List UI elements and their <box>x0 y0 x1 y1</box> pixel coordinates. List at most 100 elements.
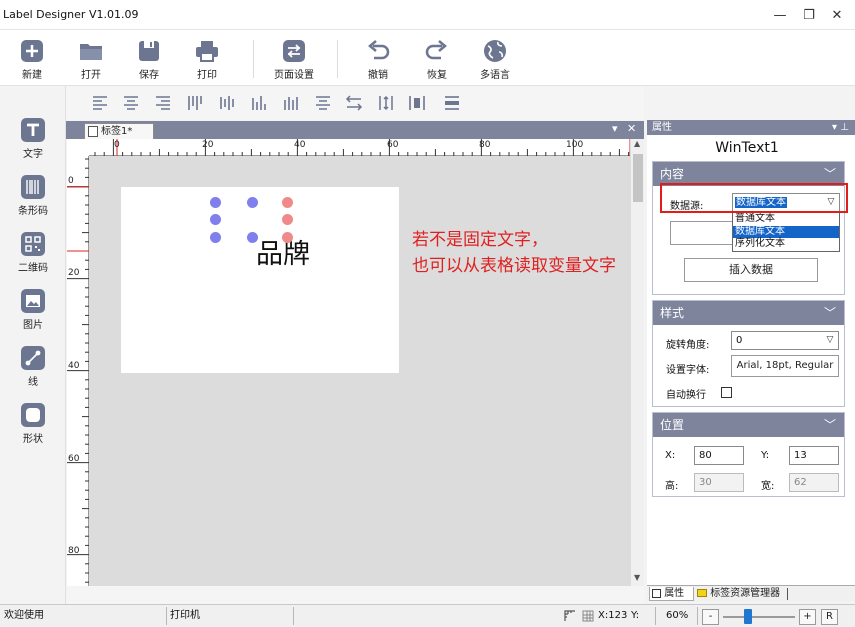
scroll-thumb[interactable] <box>633 154 643 202</box>
printer-icon <box>196 41 218 62</box>
highlight-box <box>660 183 848 213</box>
rotation-select[interactable]: 0 ▽ <box>731 331 839 350</box>
zoom-reset-button[interactable]: R <box>821 609 838 625</box>
chevron-down-icon[interactable]: ﹀ <box>824 413 836 437</box>
page-setup-button[interactable]: 页面设置 <box>268 38 320 81</box>
content-section: 内容 ﹀ 数据源: 数据库文本 ▽ 选 插入数据 普通文本 数据库文本 序列化文… <box>652 161 845 295</box>
style-section-header[interactable]: 样式 ﹀ <box>653 301 844 325</box>
tab-divider <box>787 588 788 600</box>
text-tool[interactable]: 文字 <box>0 117 66 160</box>
align-top-icon[interactable] <box>186 94 206 112</box>
font-button[interactable]: Arial, 18pt, Regular <box>731 355 839 377</box>
ruler-label: 60 <box>387 140 399 150</box>
print-button[interactable]: 打印 <box>182 38 232 81</box>
dropdown-option[interactable]: 数据库文本 <box>733 225 839 238</box>
status-bar: 欢迎使用 打印机 X:123 Y: 60% - + R <box>0 604 855 627</box>
document-tab[interactable]: 标签1* <box>84 123 154 139</box>
redo-button[interactable]: 恢复 <box>412 38 462 81</box>
ruler-label: 0 <box>114 140 120 150</box>
folder-icon <box>80 44 102 60</box>
same-height-icon[interactable] <box>376 94 396 112</box>
design-canvas[interactable]: 品牌 <box>89 156 630 586</box>
window-title: Label Designer V1.01.09 <box>3 8 139 21</box>
vertical-scrollbar[interactable]: ▲ ▼ <box>630 139 644 586</box>
x-field[interactable]: 80 <box>694 446 744 465</box>
align-right-icon[interactable] <box>153 94 173 112</box>
tab-resource-manager[interactable]: 标签资源管理器 <box>695 587 787 601</box>
save-button[interactable]: 保存 <box>124 38 174 81</box>
minimize-icon[interactable]: — <box>769 4 791 26</box>
qrcode-tool[interactable]: 二维码 <box>0 231 66 274</box>
restore-icon[interactable]: ❐ <box>798 4 820 26</box>
ruler-label: 40 <box>68 361 80 371</box>
document-tab-strip: 标签1* ▾ ✕ <box>66 121 644 139</box>
selection-handle[interactable] <box>282 214 293 225</box>
undo-button[interactable]: 撤销 <box>353 38 403 81</box>
x-label: X: <box>665 450 676 461</box>
language-button[interactable]: 多语言 <box>470 38 520 81</box>
ruler-label: 60 <box>68 454 80 464</box>
y-label: Y: <box>761 450 770 461</box>
align-bottom-icon[interactable] <box>250 94 270 112</box>
selection-handle[interactable] <box>247 232 258 243</box>
close-icon[interactable]: ✕ <box>826 4 848 26</box>
grid-icon[interactable] <box>581 609 595 623</box>
ruler-label: 100 <box>566 140 584 150</box>
selection-handle[interactable] <box>282 197 293 208</box>
same-width-icon[interactable] <box>344 94 364 112</box>
save-icon <box>139 41 159 61</box>
datasource-dropdown-list[interactable]: 普通文本 数据库文本 序列化文本 <box>732 212 840 252</box>
align-left-icon[interactable] <box>90 94 110 112</box>
label-page[interactable]: 品牌 <box>121 187 399 373</box>
shape-tool[interactable]: 形状 <box>0 402 66 445</box>
zoom-slider-thumb[interactable] <box>744 609 753 624</box>
position-section-header[interactable]: 位置 ﹀ <box>653 413 844 437</box>
selection-handle[interactable] <box>210 214 221 225</box>
status-divider <box>655 607 656 625</box>
new-button[interactable]: 新建 <box>7 38 57 81</box>
position-section: 位置 ﹀ X: 80 Y: 13 高: 30 宽: 62 <box>652 412 845 497</box>
object-name: WinText1 <box>715 140 779 156</box>
horizontal-ruler: 0 20 40 60 80 100 <box>67 139 631 156</box>
scroll-up-icon[interactable]: ▲ <box>634 139 640 148</box>
dropdown-option[interactable]: 序列化文本 <box>733 238 839 251</box>
wrap-checkbox[interactable] <box>721 387 732 398</box>
distribute-vertical-icon[interactable] <box>313 94 333 112</box>
pin-icon[interactable]: ⊥ <box>840 120 849 135</box>
chevron-down-icon[interactable]: ﹀ <box>824 301 836 325</box>
height-label: 高: <box>665 481 679 492</box>
align-center-icon[interactable] <box>121 94 141 112</box>
align-middle-icon[interactable] <box>218 94 238 112</box>
tab-menu-icon[interactable]: ▾ <box>612 122 618 135</box>
zoom-out-button[interactable]: - <box>702 609 719 625</box>
line-tool[interactable]: 线 <box>0 345 66 388</box>
y-field[interactable]: 13 <box>789 446 839 465</box>
annotation-line-1: 若不是固定文字， <box>412 230 548 250</box>
zoom-slider-track[interactable] <box>723 609 795 624</box>
open-button[interactable]: 打开 <box>66 38 116 81</box>
distribute-horizontal-icon[interactable] <box>282 94 302 112</box>
selection-handle[interactable] <box>210 232 221 243</box>
chevron-down-icon[interactable]: ▽ <box>822 332 838 349</box>
tab-properties[interactable]: 属性 <box>649 587 694 601</box>
annotation-line-2: 也可以从表格读取变量文字 <box>412 256 616 276</box>
zoom-in-button[interactable]: + <box>799 609 816 625</box>
horizontal-scrollbar[interactable] <box>67 586 644 606</box>
scroll-down-icon[interactable]: ▼ <box>634 573 640 582</box>
image-tool[interactable]: 图片 <box>0 288 66 331</box>
insert-data-button[interactable]: 插入数据 <box>684 258 818 282</box>
tab-close-icon[interactable]: ✕ <box>627 122 636 135</box>
panel-menu-icon[interactable]: ▾ <box>832 120 837 135</box>
same-size-icon[interactable] <box>407 94 427 112</box>
center-page-icon[interactable] <box>442 94 462 112</box>
selection-handle[interactable] <box>210 197 221 208</box>
dropdown-option[interactable]: 普通文本 <box>733 213 839 226</box>
selection-handle[interactable] <box>282 232 293 243</box>
alignment-toolbar <box>66 86 644 120</box>
selection-handle[interactable] <box>247 197 258 208</box>
tool-palette: 文字 条形码 二维码 图片 线 形状 <box>0 86 66 606</box>
barcode-tool[interactable]: 条形码 <box>0 174 66 217</box>
font-label: 设置字体: <box>666 365 710 376</box>
ruler-icon[interactable] <box>563 609 577 623</box>
properties-header: 属性 ▾ ⊥ <box>647 120 855 135</box>
